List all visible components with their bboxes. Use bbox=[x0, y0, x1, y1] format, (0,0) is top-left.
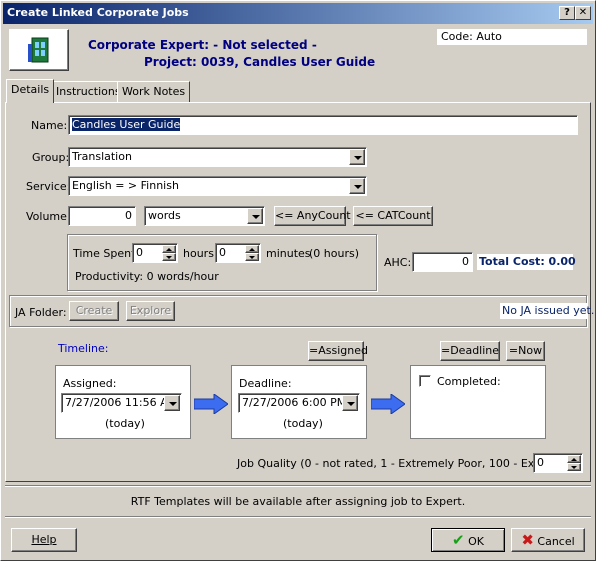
tab-details[interactable]: Details bbox=[6, 79, 55, 103]
checkmark-icon: ✔ bbox=[452, 531, 465, 549]
ja-folder-label: JA Folder: bbox=[15, 306, 67, 319]
dialog-window: Create Linked Corporate Jobs ? ✕ Corpora… bbox=[0, 0, 596, 561]
volume-label: Volume: bbox=[26, 210, 71, 223]
assigned-equal-button[interactable]: =Assigned bbox=[308, 341, 368, 361]
arrow-right-icon bbox=[194, 394, 228, 414]
ok-button-label: OK bbox=[468, 535, 484, 548]
chevron-down-icon[interactable] bbox=[342, 395, 358, 411]
service-value: English = > Finnish bbox=[72, 179, 179, 192]
chevron-down-icon[interactable] bbox=[164, 395, 180, 411]
minutes-spinner[interactable] bbox=[245, 245, 259, 261]
completed-checkbox[interactable] bbox=[419, 375, 431, 387]
service-select[interactable]: English = > Finnish bbox=[68, 176, 367, 196]
assigned-date-picker[interactable]: 7/27/2006 11:56 A bbox=[61, 393, 182, 413]
deadline-equal-button[interactable]: =Deadline bbox=[440, 341, 500, 361]
tab-work-notes[interactable]: Work Notes bbox=[117, 81, 191, 102]
name-label: Name: bbox=[31, 119, 68, 132]
name-value: Candles User Guide bbox=[72, 118, 181, 131]
catcount-button[interactable]: <= CATCount bbox=[353, 206, 433, 226]
hours-label: hours bbox=[183, 247, 214, 260]
chevron-down-icon[interactable] bbox=[247, 208, 263, 224]
arrow-right-icon bbox=[371, 394, 405, 414]
job-quality-value: 0 bbox=[537, 456, 544, 469]
timeline-label: Timeline: bbox=[58, 342, 109, 355]
tab-instructions[interactable]: Instructions bbox=[51, 81, 126, 102]
unit-select[interactable]: words bbox=[144, 206, 265, 226]
expert-line: Corporate Expert: - Not selected - bbox=[88, 38, 317, 52]
group-label: Group: bbox=[32, 151, 70, 164]
window-title: Create Linked Corporate Jobs bbox=[7, 6, 189, 19]
hours-spinner[interactable] bbox=[162, 245, 176, 261]
volume-input[interactable]: 0 bbox=[68, 206, 136, 226]
hours-value: 0 bbox=[136, 246, 143, 259]
code-display: Code: Auto bbox=[437, 29, 587, 45]
ok-button[interactable]: ✔ OK bbox=[431, 528, 505, 552]
minutes-input[interactable]: 0 bbox=[215, 243, 261, 263]
anycount-button[interactable]: <= AnyCount bbox=[274, 206, 351, 226]
time-spent-label: Time Spent: bbox=[73, 247, 140, 260]
minutes-label: minutes bbox=[266, 247, 311, 260]
assigned-label: Assigned: bbox=[63, 377, 117, 390]
chevron-down-icon[interactable] bbox=[349, 178, 365, 194]
group-select[interactable]: Translation bbox=[68, 147, 367, 167]
divider bbox=[5, 516, 591, 517]
ja-explore-button[interactable]: Explore bbox=[126, 301, 175, 321]
ahc-label: AHC: bbox=[384, 256, 412, 269]
deadline-note: (today) bbox=[283, 417, 323, 430]
deadline-date-value: 7/27/2006 6:00 PM bbox=[242, 396, 347, 409]
group-value: Translation bbox=[72, 150, 132, 163]
rtf-note: RTF Templates will be available after as… bbox=[130, 495, 466, 508]
assigned-date-value: 7/27/2006 11:56 A bbox=[65, 396, 168, 409]
help-button[interactable]: Help bbox=[11, 528, 77, 552]
assigned-note: (today) bbox=[105, 417, 145, 430]
divider bbox=[5, 485, 591, 486]
hours-total: (0 hours) bbox=[309, 247, 360, 260]
title-bar[interactable]: Create Linked Corporate Jobs ? ✕ bbox=[3, 3, 593, 24]
productivity-text: Productivity: 0 words/hour bbox=[75, 270, 219, 283]
project-line: Project: 0039, Candles User Guide bbox=[144, 55, 376, 69]
help-button-label: Help bbox=[31, 533, 57, 546]
cancel-button[interactable]: ✖ Cancel bbox=[511, 528, 585, 552]
deadline-label: Deadline: bbox=[239, 377, 292, 390]
ja-status: No JA issued yet. bbox=[500, 303, 595, 319]
name-input[interactable]: Candles User Guide bbox=[68, 115, 578, 135]
completed-label: Completed: bbox=[437, 375, 501, 388]
deadline-date-picker[interactable]: 7/27/2006 6:00 PM bbox=[238, 393, 360, 413]
ahc-input[interactable]: 0 bbox=[412, 252, 473, 272]
cancel-x-icon: ✖ bbox=[521, 531, 534, 549]
job-quality-spinner[interactable] bbox=[567, 455, 581, 471]
minutes-value: 0 bbox=[219, 246, 226, 259]
job-quality-input[interactable]: 0 bbox=[533, 453, 583, 473]
hours-input[interactable]: 0 bbox=[132, 243, 178, 263]
total-cost: Total Cost: 0.00 bbox=[477, 254, 576, 270]
service-label: Service: bbox=[26, 180, 71, 193]
close-icon[interactable]: ✕ bbox=[575, 6, 591, 20]
unit-value: words bbox=[148, 209, 181, 222]
ja-create-button[interactable]: Create bbox=[69, 301, 119, 321]
now-button[interactable]: =Now bbox=[506, 341, 545, 361]
cancel-button-label: Cancel bbox=[537, 535, 575, 548]
app-logo bbox=[9, 29, 69, 71]
chevron-down-icon[interactable] bbox=[349, 149, 365, 165]
help-icon[interactable]: ? bbox=[559, 6, 575, 20]
job-quality-label: Job Quality (0 - not rated, 1 - Extremel… bbox=[237, 457, 580, 470]
